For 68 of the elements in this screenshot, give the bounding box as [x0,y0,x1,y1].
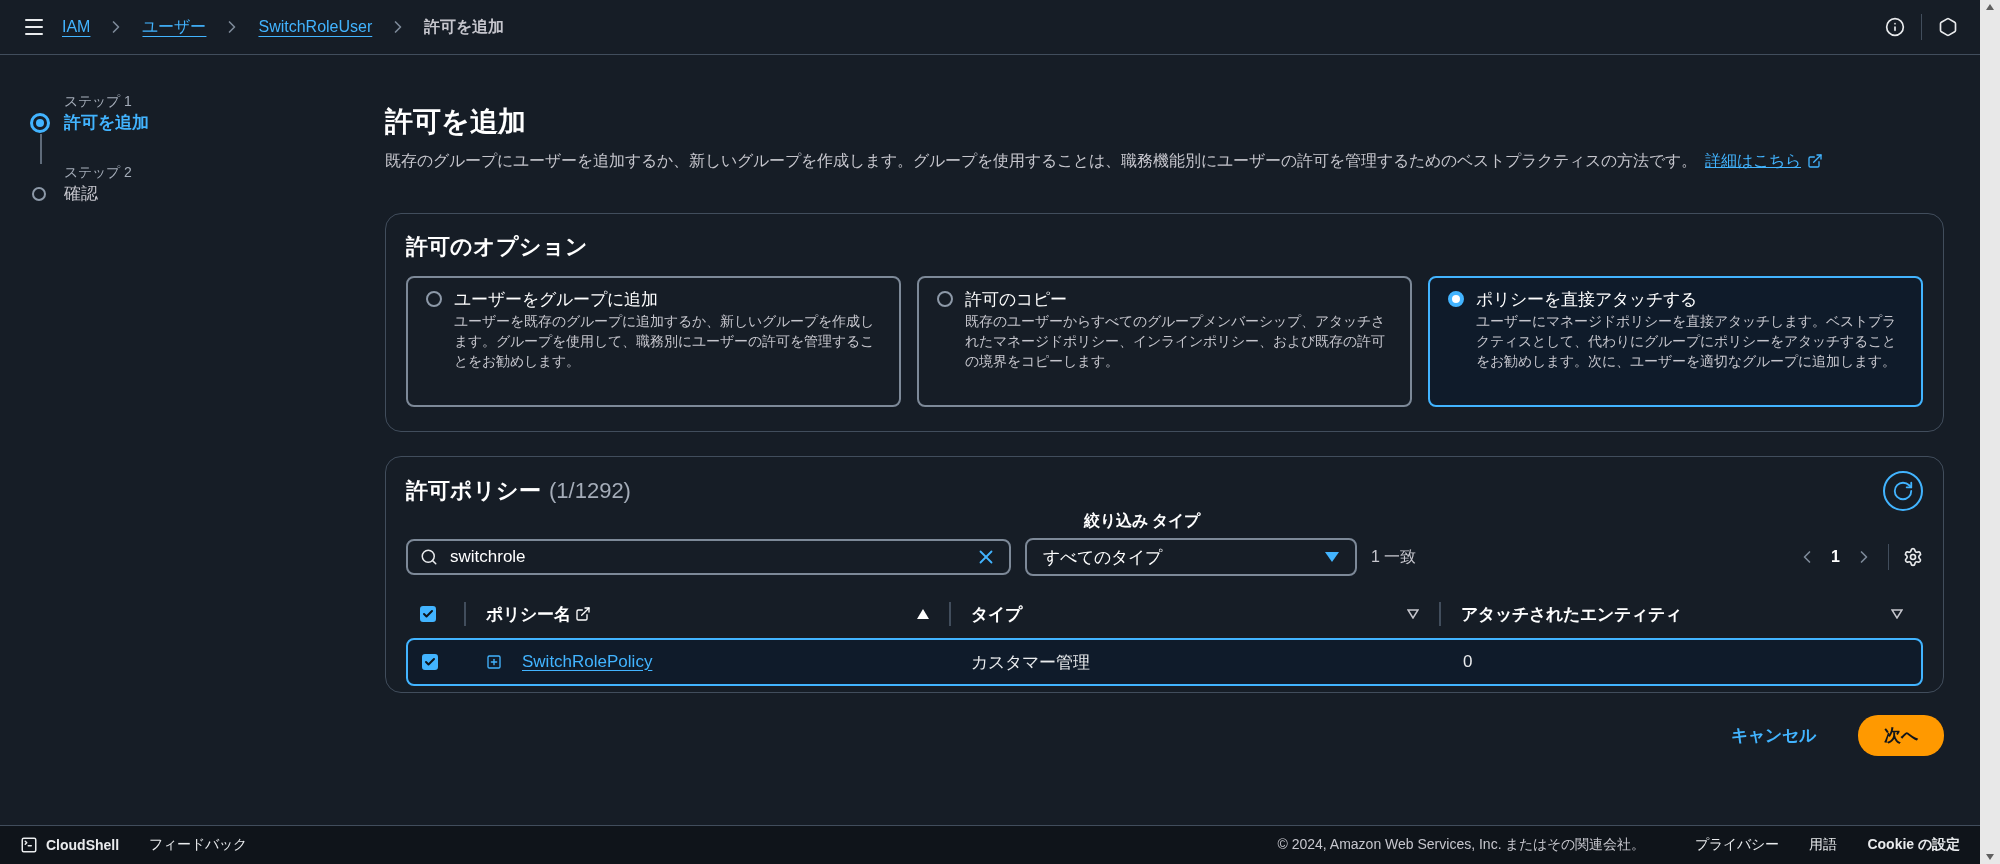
expand-icon[interactable] [486,654,502,670]
option-description: ユーザーにマネージドポリシーを直接アタッチします。ベストプラクティスとして、代わりにグループにポリシーをアタッチすることをお勧めします。次に、ユーザーを適切なグループに追加します。 [1476,312,1897,371]
radio-button[interactable] [426,291,442,307]
filter-label: 絞り込み タイプ [1084,511,1202,531]
learn-more-link[interactable]: 詳細はこちら [1705,149,1823,173]
policy-link[interactable]: SwitchRolePolicy [522,652,653,672]
refresh-button[interactable] [1883,471,1923,511]
search-field[interactable]: switchrole [406,539,1011,575]
option-title: 許可のコピー [965,289,1068,311]
radio-button[interactable] [1448,291,1464,307]
section-title: 許可ポリシー [406,477,541,505]
check-icon [422,608,434,620]
table-cell-text: カスタマー管理 [970,651,1091,674]
terminal-icon [20,836,38,854]
step-number: ステップ 2 [64,164,133,182]
footer-link[interactable]: Cookie の設定 [1867,836,1960,854]
cancel-button[interactable]: キャンセル [1725,723,1822,748]
footer-link[interactable]: プライバシー [1695,836,1780,854]
option-card[interactable]: ユーザーをグループに追加 ユーザーを既存のグループに追加するか、新しいグループを作成します。グループを使用して、職務別にユーザーの許可を管理することをお勧めします。 [406,276,901,407]
step-label[interactable]: 許可を追加 [64,111,385,134]
step-number: ステップ 1 [64,93,133,111]
breadcrumb-current[interactable]: 許可を追加 [424,16,505,38]
step-label[interactable]: 確認 [64,182,385,205]
match-count: 1 一致 [1371,546,1417,567]
option-description: 既存のユーザーからすべてのグループメンバーシップ、アタッチされたマネージドポリシー、インラインポリシー、および既存の許可の境界をコピーします。 [965,312,1386,371]
row-checkbox[interactable] [422,654,438,670]
breadcrumb-link[interactable]: IAM [62,18,91,36]
column-header[interactable]: タイプ [971,602,1022,626]
radio-button[interactable] [937,291,953,307]
search-icon [420,548,438,566]
page-number[interactable]: 1 [1831,548,1840,566]
option-title: ユーザーをグループに追加 [454,289,659,311]
breadcrumb-link[interactable]: ユーザー [142,16,207,38]
scroll-down-icon[interactable] [1986,854,1994,860]
cloudshell-button[interactable]: CloudShell [20,836,120,854]
next-button[interactable]: 次へ [1858,715,1944,756]
refresh-icon [1892,480,1914,502]
sort-icon[interactable] [917,609,929,619]
breadcrumb-link[interactable]: SwitchRoleUser [258,18,373,36]
copyright-text: © 2024, Amazon Web Services, Inc. またはその関連会社。 [1277,836,1646,854]
search-input[interactable]: switchrole [448,546,965,568]
option-card[interactable]: ポリシーを直接アタッチする ユーザーにマネージドポリシーを直接アタッチします。ベストプラクティスとして、代わりにグループにポリシーをアタッチすることをお勧めします。次に、ユーザーを適切なグループに追加します。 [1428,276,1923,407]
column-header[interactable]: アタッチされたエンティティ [1461,602,1682,626]
info-icon[interactable] [1885,17,1905,37]
policy-count: (1/1292) [549,478,631,504]
page-description: 既存のグループにユーザーを追加するか、新しいグループを作成します。グループを使用することは、職務機能別にユーザーの許可を管理するためのベストプラクティスの方法です。 詳細はこちら [385,149,1944,173]
sort-icon[interactable] [1407,609,1419,619]
option-card[interactable]: 許可のコピー 既存のユーザーからすべてのグループメンバーシップ、アタッチされたマネージドポリシー、インラインポリシー、および既存の許可の境界をコピーします。 [917,276,1412,407]
table-cell-text: 0 [1462,652,1474,672]
page-title: 許可を追加 [385,105,527,139]
external-link-icon [1807,153,1823,169]
section-title: 許可のオプション [406,233,589,261]
feedback-button[interactable]: フィードバック [149,836,248,854]
footer-link[interactable]: 用語 [1809,836,1838,854]
scroll-up-icon[interactable] [1986,4,1994,10]
settings-icon[interactable] [1903,547,1923,567]
option-description: ユーザーを既存のグループに追加するか、新しいグループを作成します。グループを使用して、職務別にユーザーの許可を管理することをお勧めします。 [454,312,875,371]
table-row[interactable]: SwitchRolePolicy カスタマー管理 0 [406,638,1923,686]
select-all-checkbox[interactable] [420,606,436,622]
sort-icon[interactable] [1891,609,1903,619]
check-icon [424,656,436,668]
scrollbar[interactable] [1980,0,2000,864]
column-header[interactable]: ポリシー名 [486,602,591,626]
option-title: ポリシーを直接アタッチする [1476,289,1698,311]
caret-icon [1325,552,1339,562]
type-filter-select[interactable]: すべてのタイプ [1025,538,1357,576]
external-link-icon [575,606,591,622]
hexagon-icon[interactable] [1938,17,1958,37]
